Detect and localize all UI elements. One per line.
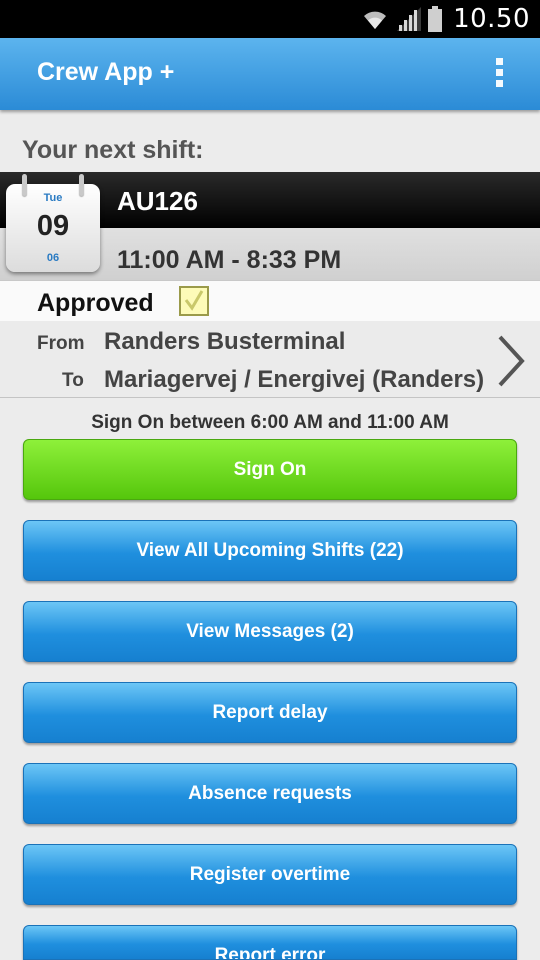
calendar-month: 06 (46, 252, 60, 264)
calendar-day: 09 (36, 210, 70, 242)
signal-icon (397, 7, 422, 31)
app-title: Crew App + (37, 58, 175, 86)
view-upcoming-shifts-button[interactable]: View All Upcoming Shifts (22) (23, 520, 517, 581)
register-overtime-button[interactable]: Register overtime (23, 844, 517, 905)
clock: 10.50 (453, 4, 530, 34)
shift-time: 11:00 AM - 8:33 PM (117, 246, 342, 274)
sign-on-window-text: Sign On between 6:00 AM and 11:00 AM (91, 412, 449, 433)
view-messages-button[interactable]: View Messages (2) (23, 601, 517, 662)
from-value: Randers Busterminal (104, 328, 346, 355)
sign-on-button[interactable]: Sign On (23, 439, 517, 500)
battery-icon (428, 6, 443, 32)
approval-row: Approved (0, 280, 540, 322)
report-delay-button[interactable]: Report delay (23, 682, 517, 743)
absence-requests-button[interactable]: Absence requests (23, 763, 517, 824)
check-icon (184, 290, 204, 311)
calendar-weekday: Tue (43, 192, 63, 204)
shift-code: AU126 (117, 186, 198, 216)
report-error-button[interactable]: Report error (23, 925, 517, 960)
to-label: To (62, 370, 84, 391)
overflow-menu-icon[interactable] (494, 58, 504, 92)
approval-label: Approved (37, 289, 154, 317)
from-label: From (37, 333, 85, 354)
status-icons: 10.50 (361, 4, 530, 34)
next-shift-heading: Your next shift: (22, 136, 204, 164)
wifi-icon (364, 11, 387, 29)
chevron-right-icon[interactable] (496, 333, 526, 389)
action-bar: Crew App + (0, 38, 540, 110)
route-row[interactable]: From Randers Busterminal To Mariagervej … (0, 321, 540, 398)
to-value: Mariagervej / Energivej (Randers) (104, 366, 485, 393)
approved-checkbox (179, 286, 209, 316)
status-bar: 10.50 (0, 0, 540, 38)
report-error-label: Report error (214, 945, 326, 960)
calendar-icon: Tue 09 06 (6, 174, 100, 272)
